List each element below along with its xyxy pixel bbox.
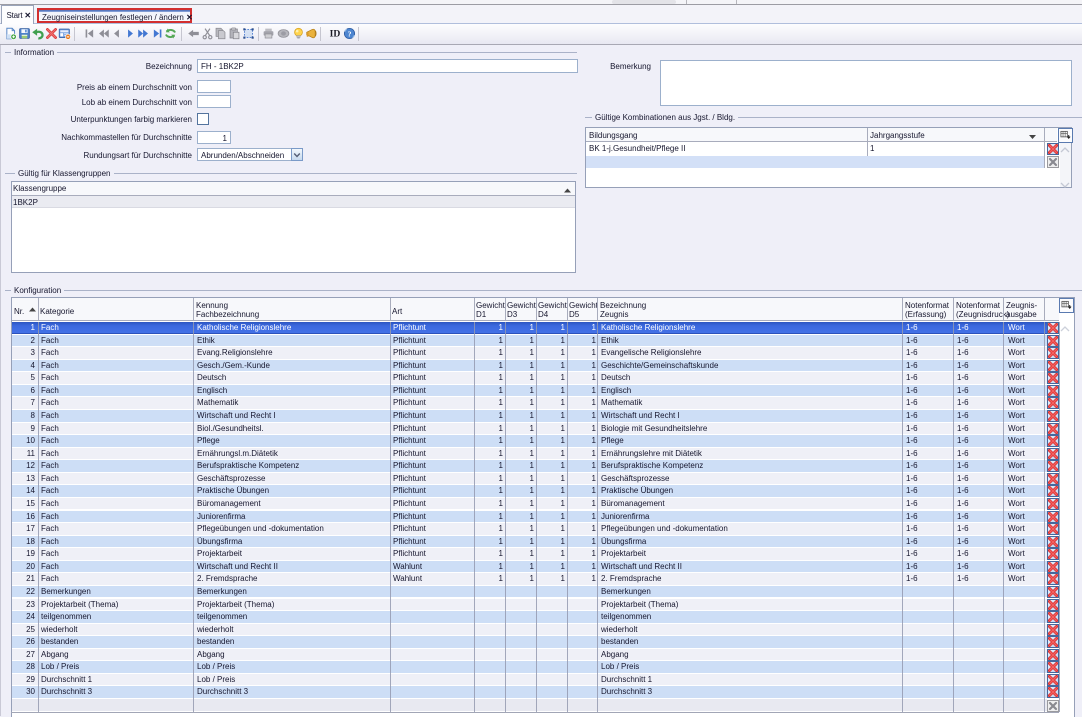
svg-text:ID: ID	[330, 29, 341, 40]
svg-text:?: ?	[347, 29, 351, 38]
